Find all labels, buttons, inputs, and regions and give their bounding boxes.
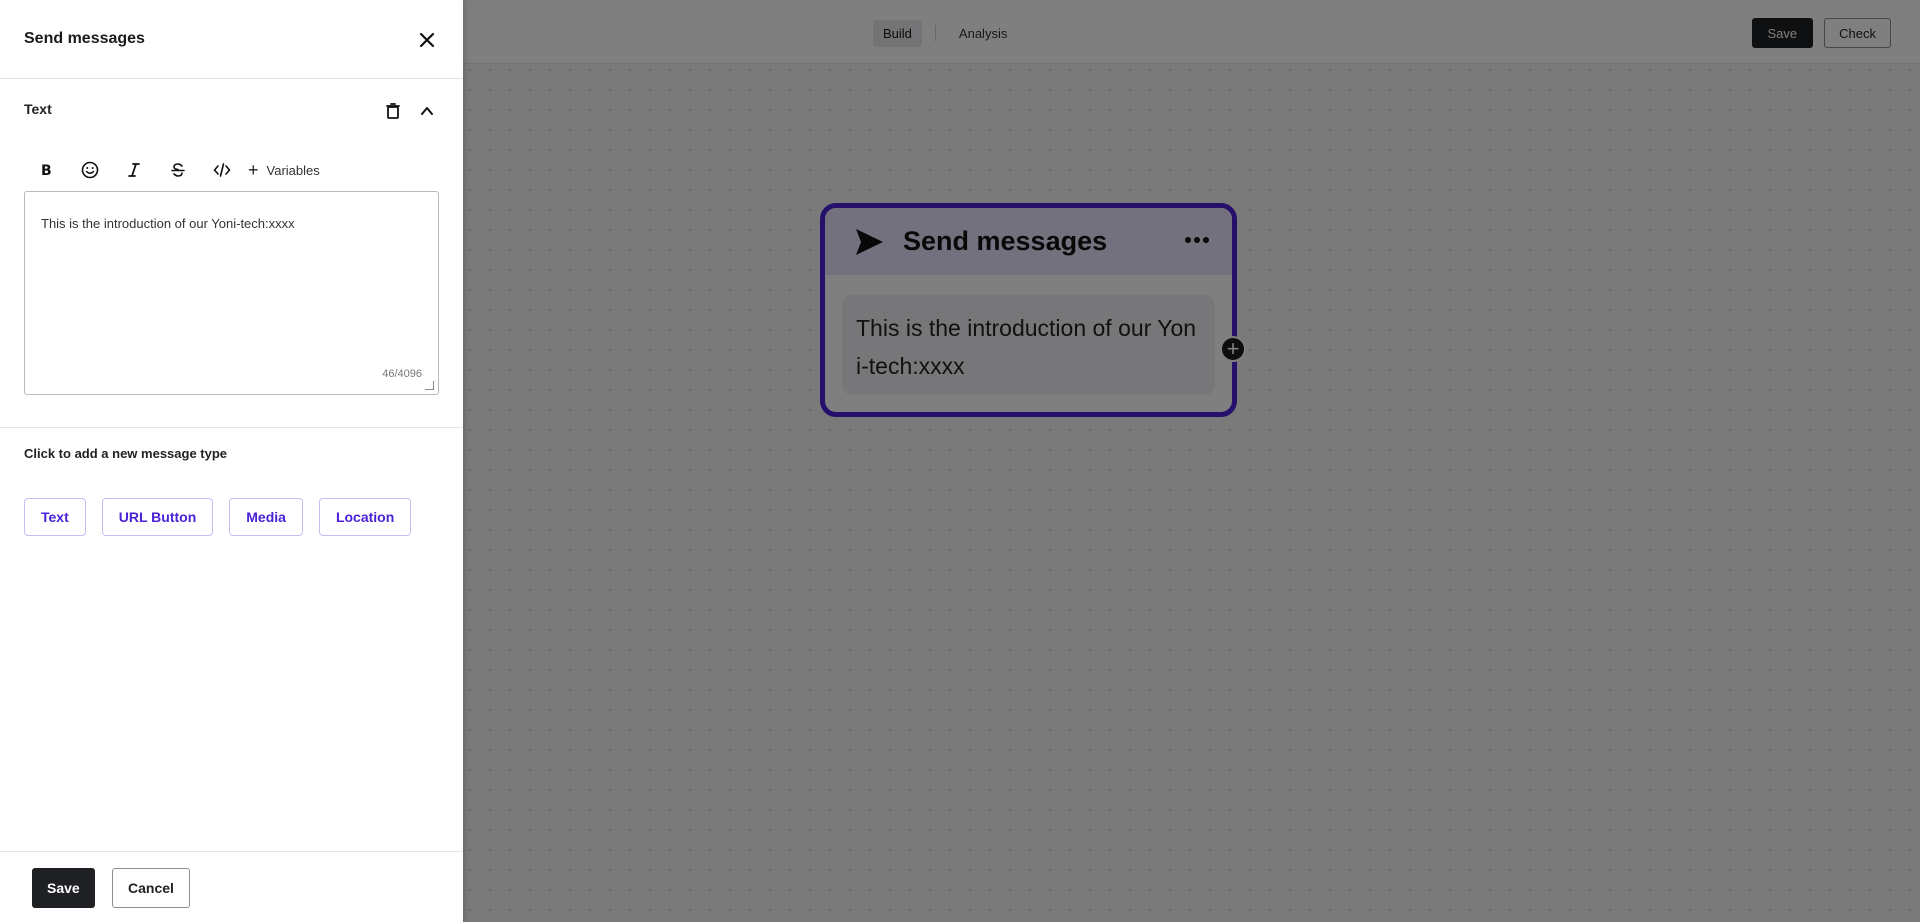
resize-handle-icon[interactable] xyxy=(425,381,434,390)
add-url-button-button[interactable]: URL Button xyxy=(101,498,214,536)
add-location-button[interactable]: Location xyxy=(318,498,412,536)
close-icon[interactable] xyxy=(416,29,438,51)
panel-title: Send messages xyxy=(24,30,145,47)
message-text-editor[interactable]: This is the introduction of our Yoni-tec… xyxy=(24,191,439,395)
editor-text: This is the introduction of our Yoni-tec… xyxy=(41,216,295,231)
cancel-button[interactable]: Cancel xyxy=(112,868,190,908)
trash-icon[interactable] xyxy=(385,102,401,120)
code-icon[interactable] xyxy=(200,156,244,184)
bold-icon[interactable]: B xyxy=(24,156,68,184)
chevron-up-icon[interactable] xyxy=(418,102,436,120)
section-divider xyxy=(0,427,463,428)
panel-header: Send messages xyxy=(0,0,463,79)
variables-label: Variables xyxy=(266,162,320,178)
plus-icon: + xyxy=(248,160,259,180)
send-messages-panel: Send messages Text B + Variables This is… xyxy=(0,0,463,922)
italic-icon[interactable] xyxy=(112,156,156,184)
add-message-type-label: Click to add a new message type xyxy=(24,446,228,461)
section-title: Text xyxy=(24,101,52,117)
character-counter: 46/4096 xyxy=(382,368,422,380)
add-variables-button[interactable]: + Variables xyxy=(248,161,320,179)
svg-text:B: B xyxy=(41,163,52,178)
message-type-buttons: Text URL Button Media Location xyxy=(24,498,412,536)
emoji-icon[interactable] xyxy=(68,156,112,184)
save-button[interactable]: Save xyxy=(32,868,95,908)
format-toolbar: B + Variables xyxy=(24,156,320,184)
add-text-button[interactable]: Text xyxy=(24,498,86,536)
strikethrough-icon[interactable] xyxy=(156,156,200,184)
add-media-button[interactable]: Media xyxy=(229,498,303,536)
panel-footer: Save Cancel xyxy=(0,851,463,922)
